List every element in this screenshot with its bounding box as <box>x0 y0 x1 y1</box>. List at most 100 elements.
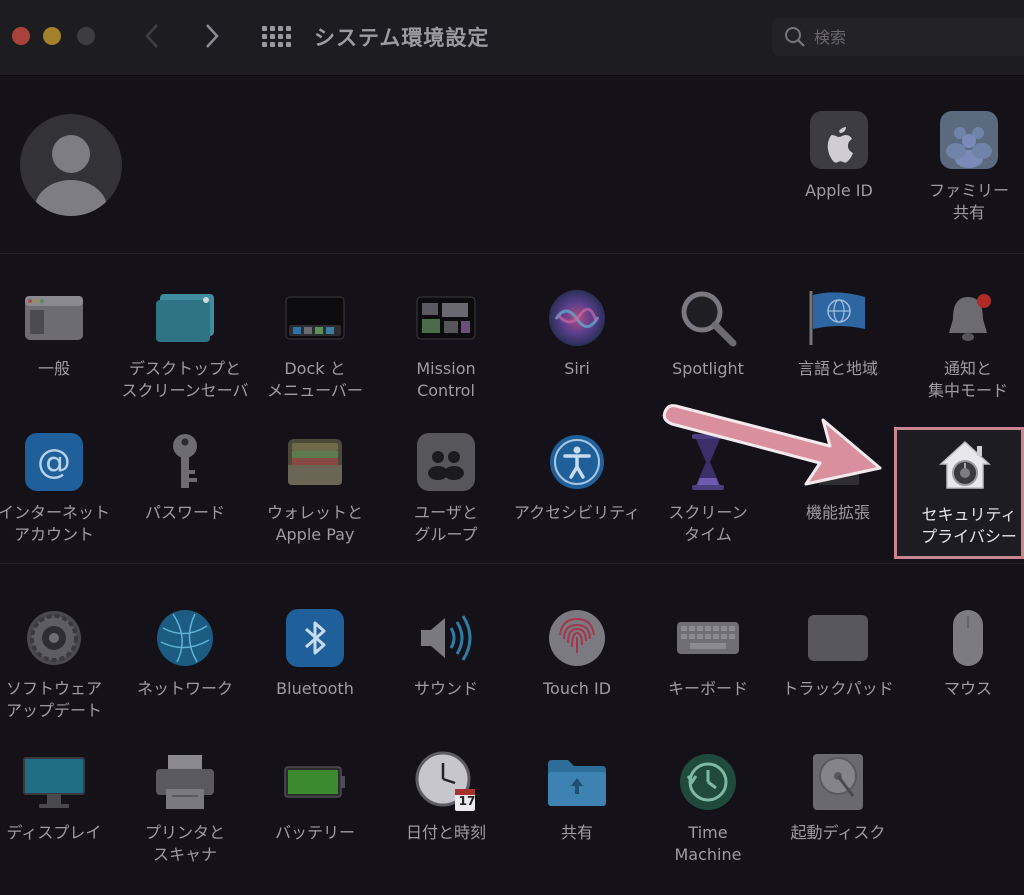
divider <box>0 563 1024 564</box>
show-all-grid-button[interactable] <box>258 20 294 52</box>
pref-network[interactable]: ネットワーク <box>120 606 250 726</box>
pref-dock-menubar[interactable]: Dock と メニューバー <box>250 286 380 406</box>
forward-button[interactable] <box>194 18 230 54</box>
pref-language-region[interactable]: 言語と地域 <box>773 286 903 406</box>
search-icon <box>785 27 805 47</box>
pref-label: Spotlight <box>672 359 744 378</box>
pref-label: Siri <box>564 359 590 378</box>
pref-battery[interactable]: バッテリー <box>250 750 380 870</box>
sharing-folder-icon <box>545 750 609 814</box>
pref-keyboard[interactable]: キーボード <box>643 606 773 726</box>
search-input[interactable] <box>814 27 994 47</box>
pref-label: バッテリー <box>274 823 355 842</box>
user-silhouette-icon <box>35 135 107 216</box>
pref-passwords[interactable]: パスワード <box>120 430 250 550</box>
user-avatar[interactable] <box>20 114 122 216</box>
pref-time-machine[interactable]: Time Machine <box>643 750 773 870</box>
pref-label: スクリーン タイム <box>668 503 748 544</box>
pref-accessibility[interactable]: アクセシビリティ <box>512 430 642 550</box>
close-window-button[interactable] <box>12 27 30 45</box>
calendar-day: 17 <box>458 794 476 808</box>
pref-label: Apple ID <box>805 181 873 200</box>
pref-software-update[interactable]: ソフトウェア アップデート <box>0 606 119 726</box>
globe-icon <box>153 606 217 670</box>
pref-printers-scanners[interactable]: プリンタと スキャナ <box>120 750 250 870</box>
pref-label: ウォレットと Apple Pay <box>266 503 363 544</box>
pref-mouse[interactable]: マウス <box>903 606 1024 726</box>
pref-date-time[interactable]: 17 日付と時刻 <box>381 750 511 870</box>
pref-wallet-applepay[interactable]: ウォレットと Apple Pay <box>250 430 380 550</box>
pref-label: トラックパッド <box>782 679 894 698</box>
disk-icon <box>806 750 870 814</box>
users-icon <box>414 430 478 494</box>
divider <box>0 253 1024 254</box>
pref-trackpad[interactable]: トラックパッド <box>773 606 903 726</box>
spotlight-icon <box>676 286 740 350</box>
keyboard-icon <box>676 606 740 670</box>
pref-label: デスクトップと スクリーンセーバ <box>121 359 249 400</box>
pref-siri[interactable]: Siri <box>512 286 642 406</box>
pref-touch-id[interactable]: Touch ID <box>512 606 642 726</box>
battery-icon <box>283 750 347 814</box>
mission-control-icon <box>414 286 478 350</box>
gear-icon <box>22 606 86 670</box>
pref-label: マウス <box>943 679 992 698</box>
pref-label: ディスプレイ <box>6 823 102 842</box>
mouse-icon <box>936 606 1000 670</box>
family-sharing-icon <box>937 108 1001 172</box>
pref-apple-id[interactable]: Apple ID <box>774 108 904 228</box>
trackpad-icon <box>806 606 870 670</box>
pref-displays[interactable]: ディスプレイ <box>0 750 119 870</box>
pref-label: アクセシビリティ <box>513 503 641 522</box>
siri-icon <box>545 286 609 350</box>
pref-label: Bluetooth <box>276 679 354 698</box>
desktop-icon <box>153 286 217 350</box>
pref-label: Dock と メニューバー <box>267 359 363 400</box>
pref-label: 言語と地域 <box>797 359 878 378</box>
key-icon <box>153 430 217 494</box>
pref-bluetooth[interactable]: Bluetooth <box>250 606 380 726</box>
pref-security-privacy[interactable]: セキュリティ プライバシー <box>894 427 1024 559</box>
pref-extensions[interactable]: 機能拡張 <box>773 430 903 550</box>
pref-sound[interactable]: サウンド <box>381 606 511 726</box>
search-field[interactable] <box>772 18 1024 56</box>
pref-general[interactable]: 一般 <box>0 286 119 406</box>
pref-label: 共有 <box>560 823 593 842</box>
pref-screen-time[interactable]: スクリーン タイム <box>643 430 773 550</box>
pref-label: インターネット アカウント <box>0 503 110 544</box>
bluetooth-icon <box>283 606 347 670</box>
pref-label: プリンタと スキャナ <box>144 823 225 864</box>
minimize-window-button[interactable] <box>43 27 61 45</box>
dock-icon <box>283 286 347 350</box>
pref-desktop-screensaver[interactable]: デスクトップと スクリーンセーバ <box>120 286 250 406</box>
pref-label: Touch ID <box>542 679 612 698</box>
hourglass-icon <box>676 430 740 494</box>
wallet-icon <box>283 430 347 494</box>
accessibility-icon <box>545 430 609 494</box>
chevron-left-icon <box>145 24 158 48</box>
pref-label: ユーザと グループ <box>414 503 478 544</box>
pref-label: 日付と時刻 <box>405 823 486 842</box>
pref-label: 機能拡張 <box>805 503 870 522</box>
pref-internet-accounts[interactable]: @ インターネット アカウント <box>0 430 119 550</box>
display-icon <box>22 750 86 814</box>
zoom-window-button[interactable] <box>77 27 95 45</box>
pref-label: 起動ディスク <box>790 823 886 842</box>
pref-label: ネットワーク <box>136 679 233 698</box>
clock-icon: 17 <box>414 750 478 814</box>
title-bar: システム環境設定 <box>0 0 1024 76</box>
pref-sharing[interactable]: 共有 <box>512 750 642 870</box>
pref-spotlight[interactable]: Spotlight <box>643 286 773 406</box>
back-button[interactable] <box>134 18 170 54</box>
printer-icon <box>153 750 217 814</box>
chevron-right-icon <box>206 24 219 48</box>
apple-id-icon <box>807 108 871 172</box>
pref-label: Time Machine <box>674 823 742 864</box>
pref-label: 一般 <box>37 359 70 378</box>
pref-label: ファミリー 共有 <box>928 181 1009 222</box>
pref-mission-control[interactable]: Mission Control <box>381 286 511 406</box>
pref-startup-disk[interactable]: 起動ディスク <box>773 750 903 870</box>
pref-notifications-focus[interactable]: 通知と 集中モード <box>903 286 1024 406</box>
pref-users-groups[interactable]: ユーザと グループ <box>381 430 511 550</box>
pref-family-sharing[interactable]: ファミリー 共有 <box>904 108 1024 228</box>
